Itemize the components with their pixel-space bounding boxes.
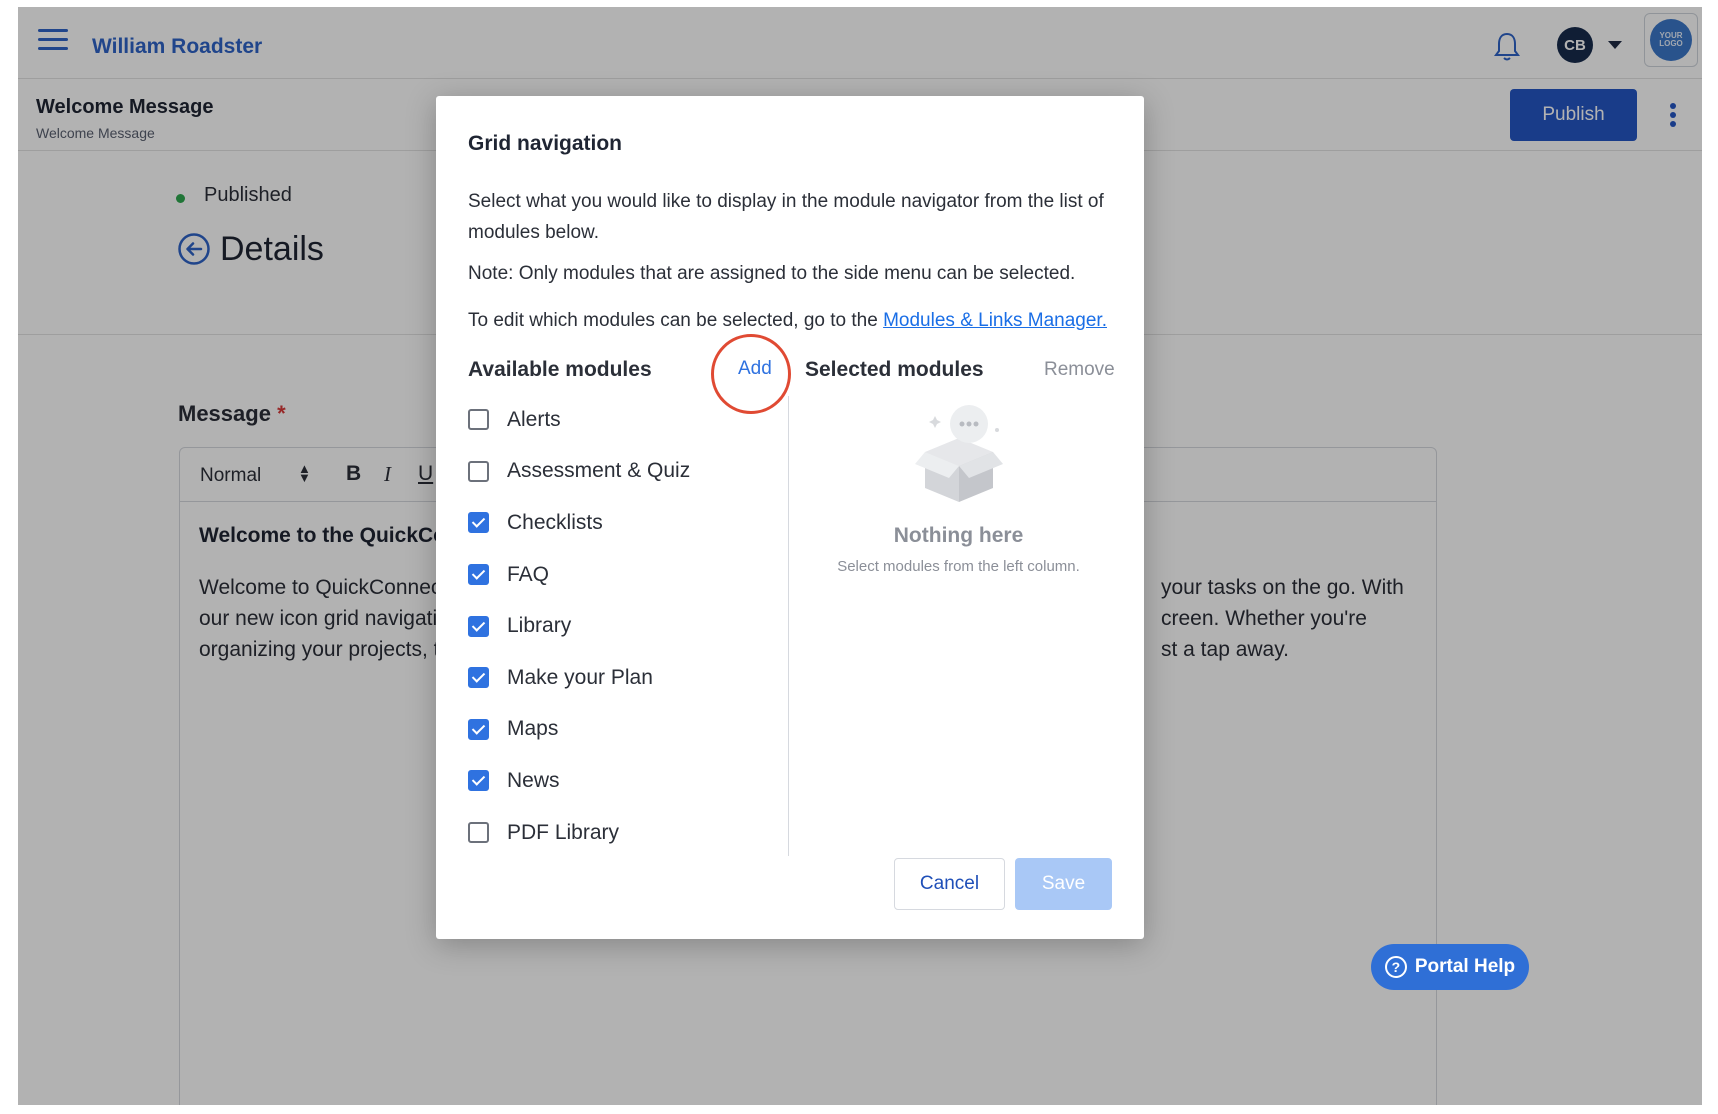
empty-state-title: Nothing here: [893, 524, 1024, 547]
module-item[interactable]: Alerts: [468, 394, 778, 446]
save-button[interactable]: Save: [1015, 858, 1112, 910]
grid-navigation-dialog: Grid navigation Select what you would li…: [436, 96, 1144, 939]
module-label: Assessment & Quiz: [507, 459, 691, 483]
module-item[interactable]: Make your Plan: [468, 652, 778, 704]
module-item[interactable]: Assessment & Quiz: [468, 446, 778, 498]
module-item[interactable]: FAQ: [468, 549, 778, 601]
portal-help-button[interactable]: ? Portal Help: [1371, 944, 1529, 990]
module-checkbox[interactable]: [468, 564, 489, 586]
module-label: Maps: [507, 717, 559, 741]
dialog-note: Note: Only modules that are assigned to …: [468, 263, 1076, 284]
modules-links-manager-link[interactable]: Modules & Links Manager.: [883, 310, 1107, 331]
empty-box-icon: [915, 405, 1003, 502]
column-divider: [788, 396, 789, 856]
module-label: Make your Plan: [507, 665, 653, 689]
dialog-title: Grid navigation: [468, 132, 623, 155]
dialog-edit-hint: To edit which modules can be selected, g…: [468, 310, 1107, 332]
module-label: News: [507, 768, 560, 792]
empty-state-subtitle: Select modules from the left column.: [837, 558, 1080, 575]
app-window: William Roadster CB YOUR LOGO Welcome Me…: [18, 7, 1702, 1105]
module-checkbox[interactable]: [468, 512, 489, 534]
available-modules-heading: Available modules: [468, 358, 652, 381]
module-label: Checklists: [507, 510, 603, 534]
module-checkbox[interactable]: [468, 667, 489, 689]
edit-hint-text: To edit which modules can be selected, g…: [468, 310, 884, 331]
available-modules-list: Alerts Assessment & Quiz Checklists FAQ Libr…: [468, 394, 778, 858]
module-checkbox[interactable]: [468, 822, 489, 844]
module-checkbox[interactable]: [468, 409, 489, 431]
module-label: FAQ: [507, 562, 550, 586]
module-label: Alerts: [507, 407, 561, 431]
module-item[interactable]: Checklists: [468, 497, 778, 549]
module-item[interactable]: Library: [468, 600, 778, 652]
module-item[interactable]: News: [468, 755, 778, 807]
selected-modules-heading: Selected modules: [805, 358, 984, 381]
remove-button[interactable]: Remove: [1044, 359, 1115, 381]
module-item[interactable]: Maps: [468, 704, 778, 756]
module-checkbox[interactable]: [468, 460, 489, 482]
cancel-button[interactable]: Cancel: [894, 858, 1005, 910]
module-label: PDF Library: [507, 820, 620, 844]
module-checkbox[interactable]: [468, 615, 489, 637]
module-checkbox[interactable]: [468, 770, 489, 792]
dialog-description: Select what you would like to display in…: [468, 191, 1104, 243]
module-item[interactable]: PDF Library: [468, 807, 778, 859]
help-icon: ?: [1384, 956, 1407, 978]
portal-help-label: Portal Help: [1414, 956, 1516, 977]
module-label: Library: [507, 614, 572, 638]
module-checkbox[interactable]: [468, 718, 489, 740]
